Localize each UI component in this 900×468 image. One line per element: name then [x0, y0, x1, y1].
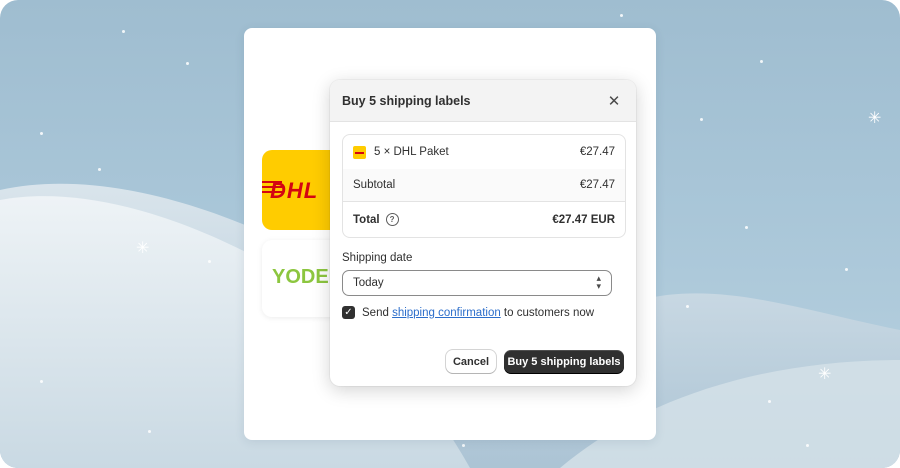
modal-title: Buy 5 shipping labels: [342, 93, 471, 108]
snowflake: [768, 400, 771, 403]
confirmation-row: ✓ Send shipping confirmation to customer…: [342, 306, 594, 319]
snowflake: [462, 444, 465, 447]
snowflake: [700, 118, 703, 121]
chevron-up-down-icon: ▴ ▾: [596, 274, 601, 292]
snowflake: [745, 226, 748, 229]
shipping-date-value: Today: [353, 277, 384, 289]
confirmation-text-before: Send: [362, 306, 393, 319]
sparkle-icon: ✳: [868, 108, 882, 127]
sparkle-icon: ✳: [136, 238, 150, 257]
snowflake: [122, 30, 125, 33]
send-confirmation-checkbox[interactable]: ✓: [342, 306, 355, 319]
subtotal-label: Subtotal: [353, 179, 396, 191]
snowflake: [208, 260, 211, 263]
snowflake: [620, 14, 623, 17]
close-icon[interactable]: ✕: [604, 91, 624, 111]
subtotal-value: €27.47: [579, 179, 615, 191]
snowflake: [40, 380, 43, 383]
confirmation-text: Send shipping confirmation to customers …: [362, 307, 594, 319]
snowflake: [806, 444, 809, 447]
subtotal-row: Subtotal €27.47: [343, 169, 625, 201]
total-label: Total: [353, 213, 380, 226]
shipping-confirmation-link[interactable]: shipping confirmation: [392, 307, 501, 319]
dhl-logo: DHL: [270, 178, 319, 203]
snowflake: [186, 62, 189, 65]
confirmation-text-after: to customers now: [500, 306, 595, 319]
snowflake: [845, 268, 848, 271]
shipping-date-select[interactable]: Today ▴ ▾: [342, 270, 612, 296]
snowflake: [686, 305, 689, 308]
line-item-row: 5 × DHL Paket €27.47: [343, 135, 625, 169]
snowflake: [98, 168, 101, 171]
background-scene: ✳ ✳ ✳ DHL YODEL Buy 5 shipping labels ✕ …: [0, 0, 900, 468]
order-summary: 5 × DHL Paket €27.47 Subtotal €27.47 Tot…: [342, 134, 626, 238]
snowflake: [40, 132, 43, 135]
total-row: Total ? €27.47 EUR: [343, 201, 625, 237]
buy-labels-button[interactable]: Buy 5 shipping labels: [504, 350, 624, 373]
total-value: €27.47 EUR: [552, 213, 615, 226]
help-icon[interactable]: ?: [385, 213, 399, 226]
line-item-label: 5 × DHL Paket: [374, 146, 449, 158]
cancel-button[interactable]: Cancel: [446, 350, 496, 373]
snowflake: [760, 60, 763, 63]
sparkle-icon: ✳: [818, 364, 832, 383]
line-item-price: €27.47: [579, 146, 615, 158]
dhl-icon: [353, 145, 366, 159]
shipping-date-label: Shipping date: [342, 252, 413, 264]
buy-labels-modal: Buy 5 shipping labels ✕ 5 × DHL Paket €2…: [330, 80, 636, 386]
snowflake: [148, 430, 151, 433]
modal-header: Buy 5 shipping labels ✕: [330, 80, 636, 122]
